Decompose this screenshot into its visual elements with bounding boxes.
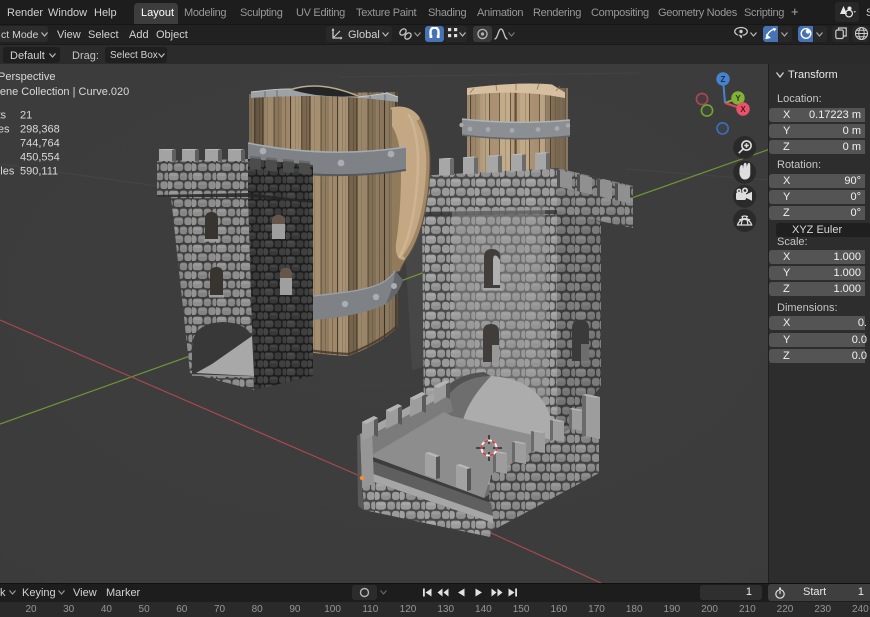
svg-text:Objects: Objects xyxy=(0,110,6,122)
svg-text:Vertices: Vertices xyxy=(0,124,10,136)
svg-text:Z: Z xyxy=(721,75,726,84)
svg-text:450,554: 450,554 xyxy=(20,152,60,164)
svg-text:744,764: 744,764 xyxy=(20,138,60,150)
svg-text:Triangles: Triangles xyxy=(0,166,15,178)
svg-text:X: X xyxy=(740,105,746,114)
svg-text:Y: Y xyxy=(735,94,741,103)
svg-text:298,368: 298,368 xyxy=(20,124,60,136)
svg-text:Scene Collection | Curve.020: Scene Collection | Curve.020 xyxy=(0,86,129,98)
svg-text:21: 21 xyxy=(20,110,32,122)
svg-text:Perspective: Perspective xyxy=(0,71,55,83)
svg-text:590,111: 590,111 xyxy=(20,166,58,178)
